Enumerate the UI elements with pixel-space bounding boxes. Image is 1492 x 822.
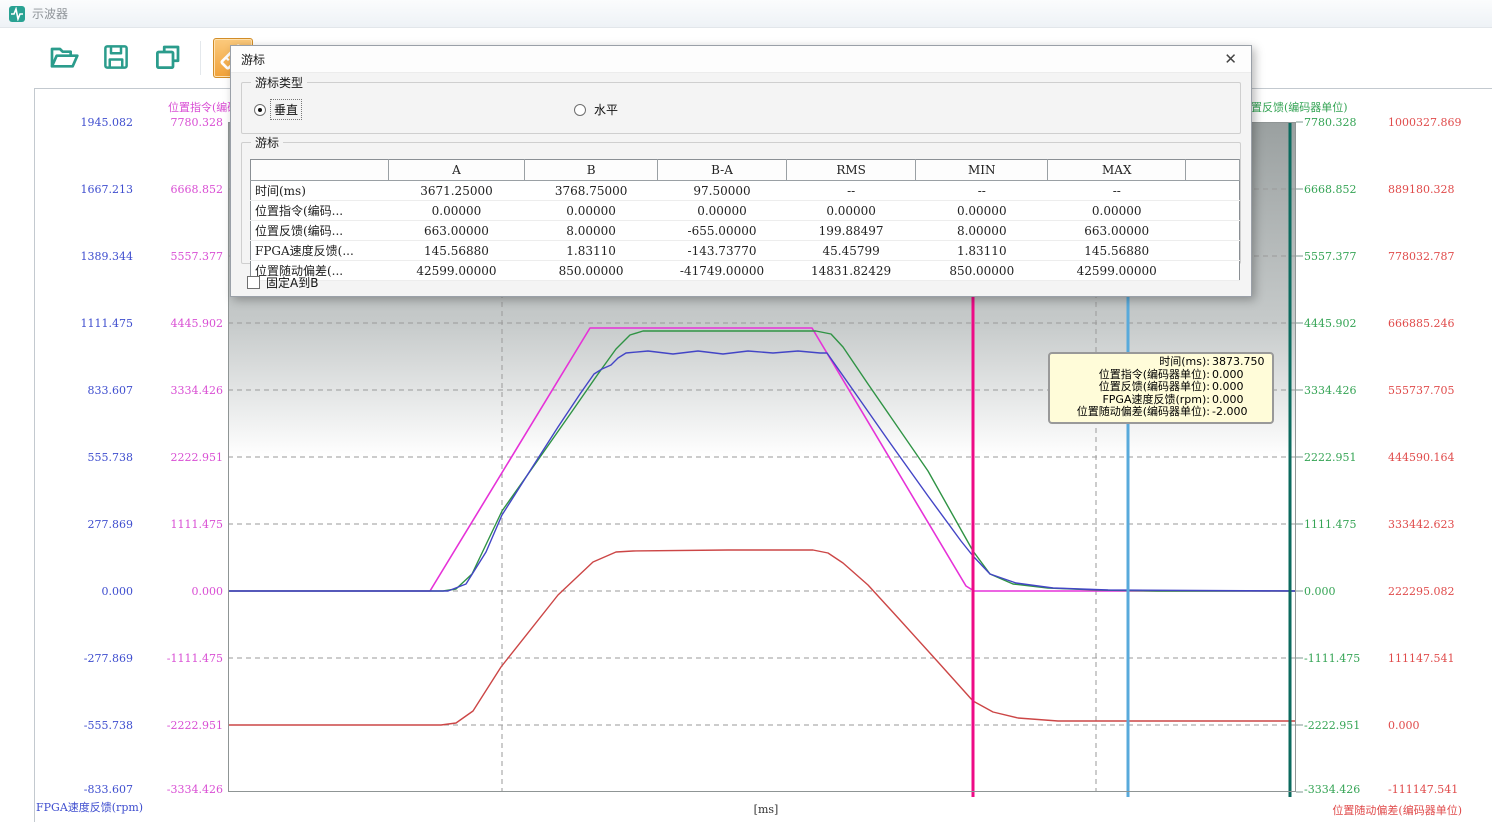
window-layout-button[interactable] (148, 38, 188, 78)
radio-horizontal-label: 水平 (591, 100, 621, 119)
table-cell: 199.88497 (787, 221, 916, 241)
table-header-cell: B-A (657, 160, 786, 181)
fix-a-to-b-checkbox[interactable]: 固定A到B (247, 274, 318, 291)
table-row: 时间(ms)3671.250003768.7500097.50000------ (251, 181, 1240, 201)
table-row-label: FPGA速度反馈(... (251, 241, 389, 261)
table-cell (1186, 201, 1240, 221)
radio-horizontal-dot (574, 104, 586, 116)
open-file-button[interactable] (44, 38, 84, 78)
table-cell: 8.00000 (525, 221, 658, 241)
table-cell: 0.00000 (787, 201, 916, 221)
table-cell: 850.00000 (525, 261, 658, 281)
table-cell: 0.00000 (388, 201, 525, 221)
tooltip-value: 0.000 (1210, 381, 1267, 394)
table-row-label: 时间(ms) (251, 181, 389, 201)
save-button[interactable] (96, 38, 136, 78)
table-header-cell: MIN (916, 160, 1048, 181)
table-cell (1186, 221, 1240, 241)
cursor-group-label: 游标 (251, 134, 283, 151)
table-cell: 0.00000 (1048, 201, 1186, 221)
table-cell: 42599.00000 (388, 261, 525, 281)
table-row: 位置指令(编码...0.000000.000000.000000.000000.… (251, 201, 1240, 221)
table-row: 位置随动偏差(...42599.00000850.00000-41749.000… (251, 261, 1240, 281)
table-cell: 1.83110 (916, 241, 1048, 261)
table-row: FPGA速度反馈(...145.568801.83110-143.7377045… (251, 241, 1240, 261)
table-cell: -- (787, 181, 916, 201)
table-cell (1186, 181, 1240, 201)
table-cell: 145.56880 (1048, 241, 1186, 261)
table-cell: 8.00000 (916, 221, 1048, 241)
cursor-groupbox: 游标 ABB-ARMSMINMAX时间(ms)3671.250003768.75… (241, 142, 1241, 264)
window-titlebar[interactable]: 示波器 (0, 0, 1492, 28)
dialog-titlebar[interactable]: 游标 ✕ (231, 46, 1251, 73)
table-cell: 1.83110 (525, 241, 658, 261)
table-cell: -- (916, 181, 1048, 201)
tooltip-label: 时间(ms): (1052, 356, 1210, 369)
checkbox-label: 固定A到B (266, 274, 318, 291)
app-waveform-icon (9, 6, 25, 22)
radio-vertical-label: 垂直 (271, 100, 301, 119)
table-cell: 0.00000 (657, 201, 786, 221)
table-cell: 3768.75000 (525, 181, 658, 201)
table-header-cell: A (388, 160, 525, 181)
table-cell: 145.56880 (388, 241, 525, 261)
table-row-label: 位置指令(编码... (251, 201, 389, 221)
table-header-cell (1186, 160, 1240, 181)
table-cell: -- (1048, 181, 1186, 201)
table-cell: 850.00000 (916, 261, 1048, 281)
table-cell: 14831.82429 (787, 261, 916, 281)
save-floppy-icon (101, 42, 131, 75)
table-cell: -143.73770 (657, 241, 786, 261)
radio-horizontal[interactable]: 水平 (574, 100, 621, 119)
tooltip-row: 位置反馈(编码器单位):0.000 (1052, 381, 1267, 394)
open-folder-icon (48, 41, 80, 76)
table-header-cell: B (525, 160, 658, 181)
table-cell: 42599.00000 (1048, 261, 1186, 281)
tooltip-row: 位置随动偏差(编码器单位):-2.000 (1052, 406, 1267, 419)
table-header-cell (251, 160, 389, 181)
table-row-label: 位置反馈(编码... (251, 221, 389, 241)
toolbar-separator (200, 41, 201, 75)
table-cell (1186, 241, 1240, 261)
value-tooltip: 时间(ms):3873.750位置指令(编码器单位):0.000位置反馈(编码器… (1048, 352, 1274, 424)
window-layout-icon (153, 42, 183, 75)
cursor-type-groupbox: 游标类型 垂直 水平 (241, 82, 1241, 134)
table-row: 位置反馈(编码...663.000008.00000-655.00000199.… (251, 221, 1240, 241)
tooltip-value: 3873.750 (1210, 356, 1267, 369)
checkbox-box (247, 276, 260, 289)
table-cell: -41749.00000 (657, 261, 786, 281)
radio-vertical-dot (254, 104, 266, 116)
cursor-measurement-table: ABB-ARMSMINMAX时间(ms)3671.250003768.75000… (250, 159, 1240, 281)
table-cell: 663.00000 (1048, 221, 1186, 241)
table-cell: -655.00000 (657, 221, 786, 241)
dialog-title: 游标 (241, 51, 265, 68)
table-cell: 0.00000 (525, 201, 658, 221)
table-header-cell: RMS (787, 160, 916, 181)
tooltip-row: 时间(ms):3873.750 (1052, 356, 1267, 369)
table-cell: 45.45799 (787, 241, 916, 261)
cursor-type-group-label: 游标类型 (251, 74, 307, 91)
dialog-close-button[interactable]: ✕ (1220, 52, 1241, 67)
table-cell: 97.50000 (657, 181, 786, 201)
table-cell: 0.00000 (916, 201, 1048, 221)
tooltip-value: -2.000 (1210, 406, 1267, 419)
tooltip-label: 位置反馈(编码器单位): (1052, 381, 1210, 394)
cursor-dialog: 游标 ✕ 游标类型 垂直 水平 游标 ABB-ARMSMINMAX时间(ms)3… (230, 45, 1252, 297)
table-header-cell: MAX (1048, 160, 1186, 181)
table-cell (1186, 261, 1240, 281)
window-title: 示波器 (32, 5, 68, 22)
radio-vertical[interactable]: 垂直 (254, 100, 301, 119)
tooltip-label: 位置随动偏差(编码器单位): (1052, 406, 1210, 419)
table-cell: 663.00000 (388, 221, 525, 241)
table-cell: 3671.25000 (388, 181, 525, 201)
